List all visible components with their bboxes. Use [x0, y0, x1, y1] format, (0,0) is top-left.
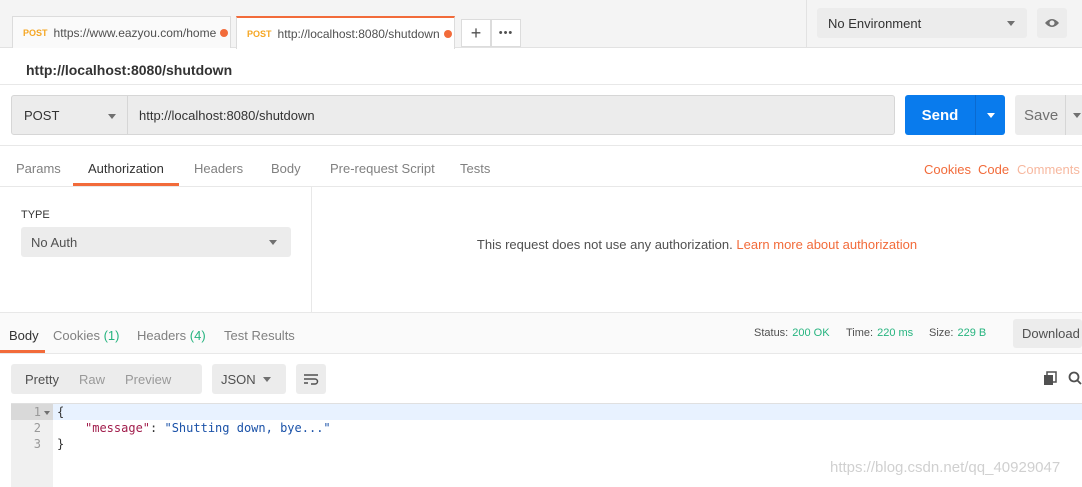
time-info: Time: 220 ms	[846, 327, 913, 339]
size-info: Size: 229 B	[929, 327, 986, 339]
headers-count: (4)	[189, 328, 206, 343]
response-tab-cookies[interactable]: Cookies (1)	[53, 328, 119, 343]
line-number: 3	[33, 437, 41, 451]
preview-button[interactable]: Preview	[125, 372, 171, 387]
tab-url: https://www.eazyou.com/home	[53, 25, 216, 40]
time-label: Time:	[846, 327, 874, 339]
line-number: 1	[33, 405, 41, 419]
code-line: "message": "Shutting down, bye..."	[85, 421, 331, 435]
json-string-value: "Shutting down, bye..."	[164, 421, 331, 435]
status-info: Status: 200 OK	[754, 327, 830, 339]
auth-type-label: TYPE	[21, 209, 50, 221]
request-name: http://localhost:8080/shutdown	[26, 62, 233, 78]
environment-value: No Environment	[828, 15, 922, 31]
send-options-button[interactable]	[975, 95, 1005, 135]
more-tabs-button[interactable]: •••	[491, 19, 521, 47]
request-tab-1[interactable]: POST https://www.eazyou.com/home	[12, 16, 231, 48]
send-label: Send	[921, 106, 959, 124]
code-line: }	[57, 437, 65, 451]
save-button[interactable]: Save	[1015, 95, 1082, 135]
unsaved-dot-icon	[443, 29, 452, 38]
eye-icon	[1045, 19, 1059, 27]
format-select[interactable]: JSON	[212, 364, 286, 394]
tab-method: POST	[23, 27, 48, 38]
divider	[0, 145, 1082, 146]
chevron-down-icon	[986, 112, 995, 118]
method-select[interactable]: POST	[11, 95, 128, 135]
view-mode-group: Pretty Raw Preview	[11, 364, 202, 394]
learn-more-authorization-link[interactable]: Learn more about authorization	[736, 237, 917, 252]
cookies-link[interactable]: Cookies	[924, 162, 971, 177]
auth-message-text: This request does not use any authorizat…	[476, 237, 733, 252]
download-label: Download	[1022, 326, 1080, 341]
size-value: 229 B	[957, 327, 987, 339]
json-key: "message"	[85, 421, 151, 435]
tab-tests[interactable]: Tests	[460, 161, 490, 176]
tab-params[interactable]: Params	[16, 161, 61, 176]
active-tab-indicator	[0, 350, 45, 353]
plus-icon: +	[470, 22, 482, 43]
search-icon[interactable]	[1068, 371, 1082, 386]
auth-type-select[interactable]: No Auth	[21, 227, 291, 257]
chevron-down-icon	[1073, 113, 1081, 118]
copy-icon[interactable]	[1043, 371, 1058, 386]
new-tab-button[interactable]: +	[461, 19, 491, 47]
comments-link[interactable]: Comments (0)	[1017, 162, 1082, 177]
response-tab-body[interactable]: Body	[9, 328, 39, 343]
status-value: 200 OK	[792, 327, 830, 339]
url-value: http://localhost:8080/shutdown	[139, 107, 315, 123]
tab-body[interactable]: Body	[271, 161, 301, 176]
tab-pre-request-script[interactable]: Pre-request Script	[330, 161, 435, 176]
tab-authorization[interactable]: Authorization	[88, 161, 164, 176]
time-value: 220 ms	[877, 327, 914, 339]
response-tab-headers[interactable]: Headers (4)	[137, 328, 206, 343]
active-line-highlight	[11, 404, 1082, 420]
tab-headers[interactable]: Headers	[194, 161, 243, 176]
chevron-down-icon	[108, 114, 116, 119]
request-tab-2[interactable]: POST http://localhost:8080/shutdown	[236, 16, 455, 49]
ellipsis-icon: •••	[498, 27, 514, 39]
save-divider	[1065, 95, 1066, 135]
pretty-button[interactable]: Pretty	[25, 372, 59, 387]
response-tab-test-results[interactable]: Test Results	[224, 328, 295, 343]
status-label: Status:	[754, 327, 789, 339]
tab-label: Cookies	[53, 328, 100, 343]
tab-label: Headers	[137, 328, 187, 343]
chevron-down-icon	[269, 240, 277, 245]
chevron-down-icon	[263, 377, 271, 382]
cookies-count: (1)	[103, 328, 120, 343]
fold-chevron-icon[interactable]	[44, 411, 50, 415]
size-label: Size:	[929, 327, 954, 339]
json-colon: :	[150, 421, 165, 435]
divider	[0, 84, 1082, 85]
watermark: https://blog.csdn.net/qq_40929047	[830, 459, 1061, 476]
line-number: 2	[33, 421, 41, 435]
auth-type-value: No Auth	[31, 234, 78, 250]
method-value: POST	[24, 107, 60, 123]
auth-message: This request does not use any authorizat…	[312, 237, 1082, 252]
send-button[interactable]: Send	[905, 95, 975, 135]
tab-url: http://localhost:8080/shutdown	[277, 26, 440, 41]
environment-select[interactable]: No Environment	[817, 8, 1027, 38]
wrap-lines-button[interactable]	[296, 364, 326, 394]
format-value: JSON	[221, 371, 256, 387]
code-line: {	[57, 405, 65, 419]
wrap-lines-icon	[304, 374, 319, 385]
unsaved-dot-icon	[219, 28, 228, 37]
save-label: Save	[1024, 106, 1059, 124]
code-link[interactable]: Code	[978, 162, 1009, 177]
chevron-down-icon	[1007, 21, 1015, 26]
environment-quick-look-button[interactable]	[1037, 8, 1067, 38]
url-input[interactable]: http://localhost:8080/shutdown	[127, 95, 895, 135]
tab-method: POST	[247, 28, 272, 39]
raw-button[interactable]: Raw	[79, 372, 105, 387]
download-button[interactable]: Download	[1013, 319, 1082, 348]
